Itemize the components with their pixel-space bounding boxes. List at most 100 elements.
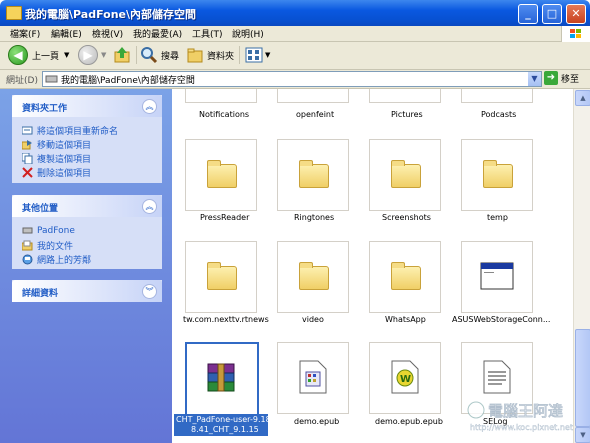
task-copy[interactable]: 複製這個項目 [22, 152, 91, 165]
other-places-panel: 其他位置 ︽ PadFone 我的文件 網路上的芳鄰 [12, 195, 162, 269]
folder-thumbnail[interactable] [277, 89, 349, 103]
place-padfone[interactable]: PadFone [22, 225, 75, 236]
file-name[interactable]: Podcasts [481, 110, 516, 119]
device-icon [22, 227, 33, 234]
collapse-icon[interactable]: ︽ [142, 199, 157, 214]
rename-icon [22, 126, 33, 135]
task-label: 刪除這個項目 [37, 169, 92, 179]
winrar-archive-icon [207, 363, 235, 392]
address-bar: 網址(D) 我的電腦\PadFone\內部儲存空間 ▼ ➜ 移至 [0, 70, 590, 89]
device-icon [45, 75, 58, 83]
folder-thumbnail[interactable] [461, 139, 533, 211]
file-name[interactable]: openfeint [296, 110, 334, 119]
copy-icon [22, 153, 33, 164]
file-name[interactable]: video [302, 315, 324, 324]
menu-help[interactable]: 說明(H) [232, 27, 264, 40]
file-thumbnail[interactable]: W [369, 342, 441, 414]
menu-edit[interactable]: 編輯(E) [51, 27, 82, 40]
documents-icon [22, 240, 33, 251]
folder-thumbnail[interactable] [185, 89, 257, 103]
minimize-button[interactable]: _ [518, 4, 538, 24]
epub-reader-icon: W [391, 360, 419, 394]
go-label: 移至 [561, 74, 580, 85]
go-button[interactable]: ➜ 移至 [544, 71, 579, 85]
expand-icon[interactable]: ︾ [142, 284, 157, 299]
place-network[interactable]: 網路上的芳鄰 [22, 253, 91, 266]
file-name[interactable]: 8.41_CHT_9.1.15 [191, 425, 259, 434]
file-view: Notifications openfeint Pictures Podcast… [172, 89, 573, 443]
panel-header[interactable]: 其他位置 ︽ [12, 195, 162, 217]
folder-thumbnail[interactable] [185, 241, 257, 313]
file-name[interactable]: PressReader [200, 213, 249, 222]
app-thumbnail[interactable] [461, 241, 533, 313]
archive-thumbnail-selected[interactable] [185, 342, 259, 416]
back-label: 上一頁 [32, 51, 60, 62]
file-name[interactable]: demo.epub [294, 417, 339, 426]
task-rename[interactable]: 將這個項目重新命名 [22, 124, 118, 137]
forward-button[interactable]: ▶ ▼ [78, 45, 106, 65]
search-button[interactable]: 搜尋 [140, 45, 179, 65]
up-folder-button[interactable] [113, 45, 131, 65]
menu-file[interactable]: 檔案(F) [10, 27, 40, 40]
folder-thumbnail[interactable] [369, 89, 441, 103]
folder-thumbnail[interactable] [185, 139, 257, 211]
go-arrow-icon: ➜ [544, 71, 558, 85]
folder-thumbnail[interactable] [461, 89, 533, 103]
place-label: 網路上的芳鄰 [37, 256, 92, 266]
title-bar[interactable]: 我的電腦\PadFone\內部儲存空間 _ □ ✕ [0, 0, 590, 26]
svg-text:http://www.koc.pixnet.net: http://www.koc.pixnet.net [470, 423, 573, 432]
close-button[interactable]: ✕ [566, 4, 586, 24]
file-name[interactable]: Notifications [199, 110, 249, 119]
file-name[interactable]: ASUSWebStorageConn... [452, 315, 550, 324]
folder-thumbnail[interactable] [369, 241, 441, 313]
folders-button[interactable]: 資料夾 [186, 45, 234, 65]
menu-tools[interactable]: 工具(T) [192, 27, 223, 40]
file-name[interactable]: CHT_PadFone-user-9.18. [176, 415, 273, 424]
views-icon [245, 47, 263, 63]
address-field[interactable]: 我的電腦\PadFone\內部儲存空間 ▼ [42, 71, 542, 87]
toolbar: ◀ 上一頁 ▼ ▶ ▼ 搜尋 資料夾 ▼ [0, 42, 590, 70]
folder-thumbnail[interactable] [277, 139, 349, 211]
file-name[interactable]: demo.epub.epub [375, 417, 443, 426]
panel-header[interactable]: 資料夾工作 ︽ [12, 95, 162, 117]
folder-tasks-panel: 資料夾工作 ︽ 將這個項目重新命名 移動這個項目 複製這個項目 刪除這個項目 [12, 95, 162, 183]
file-name[interactable]: temp [487, 213, 508, 222]
windows-logo [561, 26, 590, 42]
network-icon [22, 254, 33, 265]
menu-view[interactable]: 檢視(V) [92, 27, 123, 40]
vertical-scrollbar[interactable]: ▲ ▼ [573, 89, 590, 443]
address-dropdown-button[interactable]: ▼ [528, 72, 541, 86]
menu-favorites[interactable]: 我的最愛(A) [133, 27, 182, 40]
file-thumbnail[interactable] [277, 342, 349, 414]
back-button[interactable]: ◀ 上一頁 ▼ [8, 45, 69, 65]
task-label: 複製這個項目 [37, 155, 92, 165]
folder-icon [391, 262, 421, 290]
folder-icon [299, 160, 329, 188]
task-move[interactable]: 移動這個項目 [22, 138, 91, 151]
search-label: 搜尋 [161, 51, 180, 62]
file-name[interactable]: WhatsApp [385, 315, 426, 324]
svg-text:W: W [400, 374, 411, 385]
task-delete[interactable]: 刪除這個項目 [22, 166, 91, 179]
chevron-down-icon: ▼ [265, 51, 271, 59]
views-button[interactable]: ▼ [245, 45, 270, 65]
file-name[interactable]: tw.com.nexttv.rtnews [183, 315, 269, 324]
task-label: 移動這個項目 [37, 141, 92, 151]
document-icon [299, 360, 327, 394]
window-title: 我的電腦\PadFone\內部儲存空間 [25, 8, 197, 21]
folder-thumbnail[interactable] [369, 139, 441, 211]
file-name[interactable]: Pictures [391, 110, 423, 119]
file-name[interactable]: Ringtones [294, 213, 334, 222]
folder-thumbnail[interactable] [277, 241, 349, 313]
panel-header[interactable]: 詳細資料 ︾ [12, 280, 162, 302]
svg-text:電腦王阿達: 電腦王阿達 [488, 402, 563, 420]
file-name[interactable]: Screenshots [382, 213, 431, 222]
application-window-icon [480, 262, 514, 290]
place-my-documents[interactable]: 我的文件 [22, 239, 73, 252]
up-folder-icon [114, 47, 130, 63]
collapse-icon[interactable]: ︽ [142, 99, 157, 114]
folder-icon [207, 262, 237, 290]
address-label: 網址(D) [6, 76, 38, 86]
maximize-button[interactable]: □ [542, 4, 562, 24]
scroll-up-button[interactable]: ▲ [575, 90, 590, 106]
